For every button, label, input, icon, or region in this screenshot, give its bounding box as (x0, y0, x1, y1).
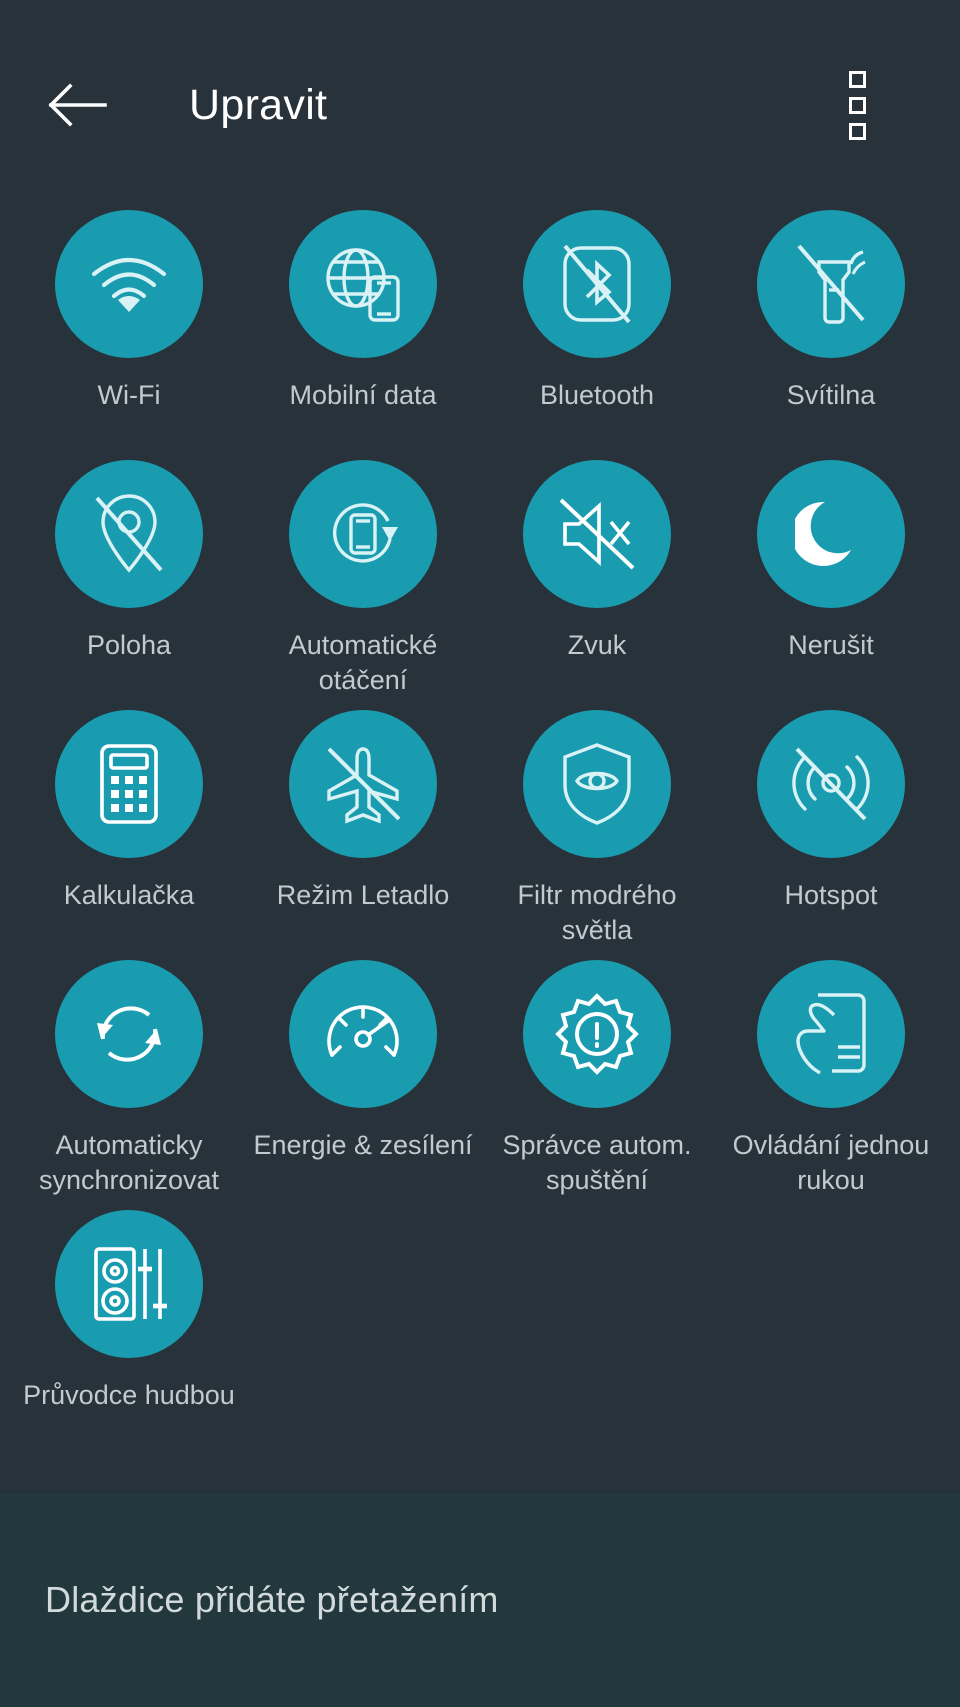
tile-icon-container (55, 1210, 203, 1358)
do-not-disturb-moon-icon (795, 496, 867, 572)
tile-label: Svítilna (718, 378, 944, 413)
tile-icon-container (757, 460, 905, 608)
tile-label: Mobilní data (250, 378, 476, 413)
quick-settings-edit-screen: Upravit (0, 0, 960, 1707)
tile-icon-container (289, 210, 437, 358)
flashlight-off-icon (793, 242, 869, 326)
tile-blue-light-filter[interactable]: Filtr modrého světla (480, 710, 714, 960)
tile-label: Kalkulačka (16, 878, 242, 913)
tile-label: Zvuk (484, 628, 710, 663)
auto-rotate-icon (320, 493, 406, 575)
tile-label: Filtr modrého světla (484, 878, 710, 948)
app-bar: Upravit (0, 0, 960, 210)
tile-auto-start-manager[interactable]: Správce autom. spuštění (480, 960, 714, 1210)
tile-label: Energie & zesílení (250, 1128, 476, 1163)
tile-icon-container (757, 210, 905, 358)
tile-icon-container (55, 210, 203, 358)
tile-icon-container (289, 460, 437, 608)
tile-label: Nerušit (718, 628, 944, 663)
tile-label: Správce autom. spuštění (484, 1128, 710, 1198)
tile-label: Poloha (16, 628, 242, 663)
tile-do-not-disturb[interactable]: Nerušit (714, 460, 948, 710)
tile-auto-sync[interactable]: Automaticky synchronizovat (12, 960, 246, 1210)
tile-icon-container (523, 710, 671, 858)
tile-auto-rotate[interactable]: Automatické otáčení (246, 460, 480, 710)
tile-label: Automaticky synchronizovat (16, 1128, 242, 1198)
tile-icon-container (523, 460, 671, 608)
back-button[interactable] (40, 67, 116, 143)
tile-icon-container (757, 960, 905, 1108)
tile-airplane-mode[interactable]: Režim Letadlo (246, 710, 480, 960)
arrow-left-icon (47, 82, 109, 128)
overflow-menu-icon (849, 71, 866, 88)
power-boost-icon (320, 997, 406, 1071)
tile-label: Automatické otáčení (250, 628, 476, 698)
tile-icon-container (757, 710, 905, 858)
tile-audio-wizard[interactable]: Průvodce hudbou (12, 1210, 246, 1460)
auto-start-manager-icon (555, 992, 639, 1076)
tile-icon-container (55, 710, 203, 858)
overflow-menu-icon-dot2 (849, 97, 866, 114)
tile-label: Průvodce hudbou (16, 1378, 242, 1413)
bluetooth-off-icon (561, 242, 633, 326)
tile-icon-container (289, 710, 437, 858)
overflow-menu-button[interactable] (822, 60, 892, 150)
blue-light-filter-icon (559, 741, 635, 827)
tile-label: Ovládání jednou rukou (718, 1128, 944, 1198)
location-off-icon (91, 492, 167, 576)
tile-sound[interactable]: Zvuk (480, 460, 714, 710)
tile-label: Hotspot (718, 878, 944, 913)
drag-hint-bar: Dlaždice přidáte přetažením (0, 1492, 960, 1707)
tile-icon-container (523, 960, 671, 1108)
page-title: Upravit (189, 81, 327, 130)
tile-wifi[interactable]: Wi-Fi (12, 210, 246, 460)
tile-hotspot[interactable]: Hotspot (714, 710, 948, 960)
drag-hint-text: Dlaždice přidáte přetažením (45, 1579, 499, 1621)
tile-icon-container (289, 960, 437, 1108)
tile-mobile-data[interactable]: Mobilní data (246, 210, 480, 460)
audio-wizard-icon (90, 1244, 168, 1324)
sound-off-icon (555, 496, 639, 572)
tile-icon-container (55, 960, 203, 1108)
tile-icon-container (55, 460, 203, 608)
tile-label: Wi-Fi (16, 378, 242, 413)
auto-sync-icon (87, 993, 171, 1075)
hotspot-off-icon (789, 743, 873, 825)
one-hand-mode-icon (794, 991, 868, 1077)
tile-icon-container (523, 210, 671, 358)
tile-label: Režim Letadlo (250, 878, 476, 913)
tile-flashlight[interactable]: Svítilna (714, 210, 948, 460)
tile-one-hand-mode[interactable]: Ovládání jednou rukou (714, 960, 948, 1210)
mobile-data-icon (321, 244, 405, 324)
wifi-icon (88, 252, 170, 316)
overflow-menu-icon-dot3 (849, 123, 866, 140)
tile-grid: Wi-Fi (0, 210, 960, 1460)
tile-power-boost[interactable]: Energie & zesílení (246, 960, 480, 1210)
tile-label: Bluetooth (484, 378, 710, 413)
tile-grid-area: Wi-Fi (0, 210, 960, 1492)
tile-calculator[interactable]: Kalkulačka (12, 710, 246, 960)
airplane-off-icon (321, 743, 405, 825)
tile-location[interactable]: Poloha (12, 460, 246, 710)
tile-bluetooth[interactable]: Bluetooth (480, 210, 714, 460)
calculator-icon (96, 742, 162, 826)
